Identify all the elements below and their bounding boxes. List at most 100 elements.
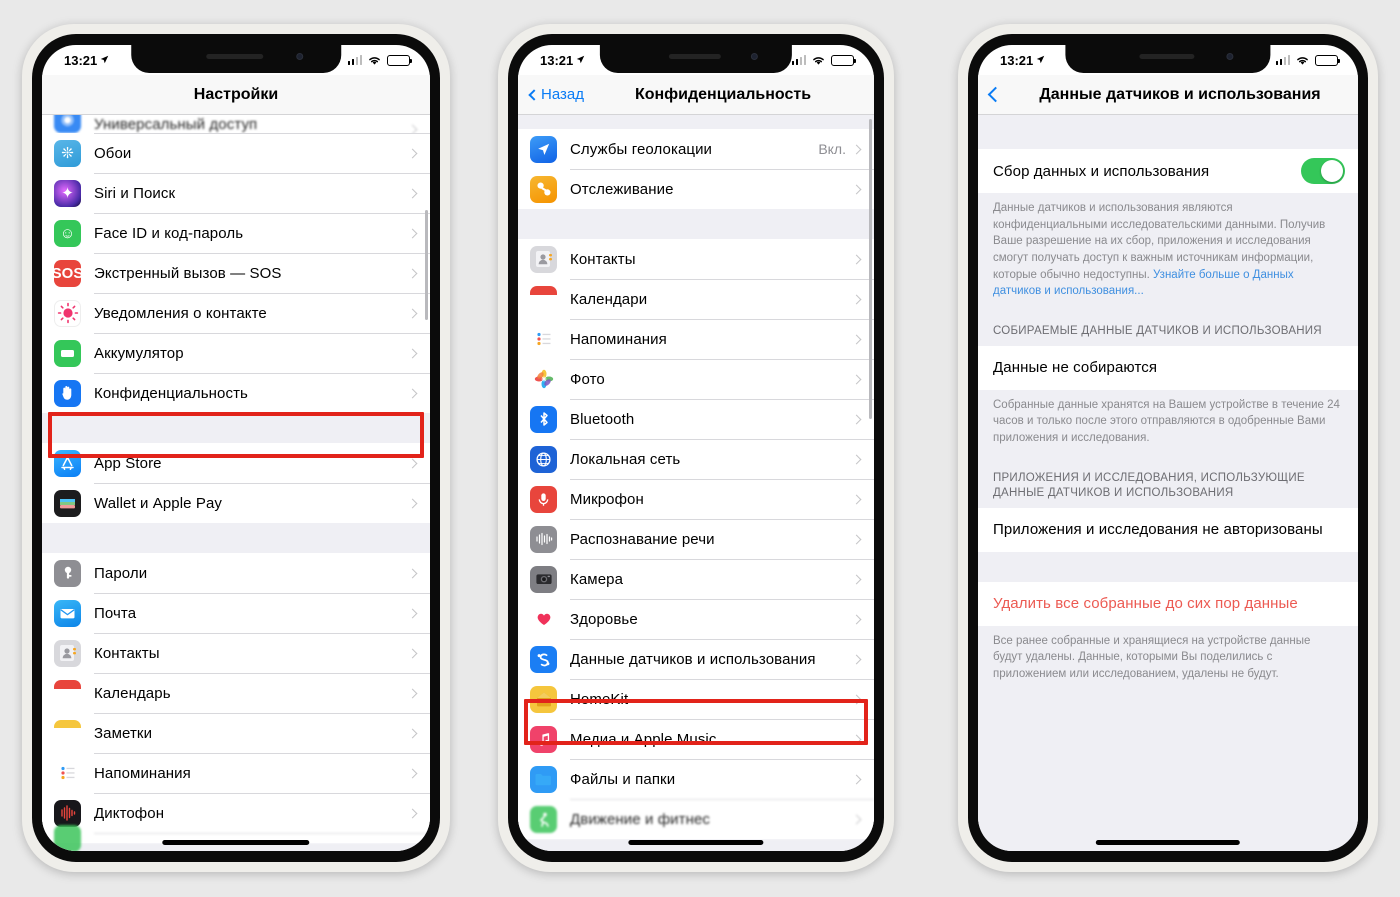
sidebar-item-photos[interactable]: Фото — [518, 359, 874, 399]
row-label: Экстренный вызов — SOS — [94, 264, 282, 282]
sidebar-item-location-services[interactable]: Службы геолокации Вкл. — [518, 129, 874, 169]
row-label: Удалить все собранные до сих пор данные — [993, 595, 1298, 613]
mail-icon — [54, 599, 81, 627]
calendar-icon — [530, 285, 557, 313]
sidebar-item-faceid[interactable]: ☺ Face ID и код-пароль — [42, 213, 430, 253]
local-network-icon — [530, 445, 557, 473]
chevron-right-icon — [407, 498, 418, 508]
row-label: Пароли — [94, 564, 148, 582]
apple-music-icon — [530, 725, 557, 753]
sidebar-item-siri[interactable]: ✦ Siri и Поиск — [42, 173, 430, 213]
sidebar-item-accessibility[interactable]: ◉ Универсальный доступ — [42, 115, 430, 135]
chevron-right-icon — [851, 334, 862, 344]
contacts-icon — [530, 245, 557, 273]
chevron-right-icon — [407, 268, 418, 278]
phone-2-screen: 13:21 Назад Конфиденциальность Службы ге… — [518, 45, 874, 851]
sidebar-item-passwords[interactable]: Пароли — [42, 553, 430, 593]
status-bar: 13:21 — [978, 45, 1358, 75]
back-button[interactable]: Назад — [528, 86, 584, 103]
sidebar-item-contacts[interactable]: Контакты — [42, 633, 430, 673]
section-header-apps-studies: ПРИЛОЖЕНИЯ И ИССЛЕДОВАНИЯ, ИСПОЛЬЗУЮЩИЕ … — [978, 456, 1358, 508]
collected-data-group: Данные не собираются — [978, 345, 1358, 390]
status-left: 13:21 — [64, 53, 109, 68]
sidebar-item-camera[interactable]: Камера — [518, 559, 874, 599]
sidebar-item-contact-notifications[interactable]: Уведомления о контакте — [42, 293, 430, 333]
sidebar-item-health[interactable]: Здоровье — [518, 599, 874, 639]
no-apps-authorized-row: Приложения и исследования не авторизован… — [978, 507, 1358, 552]
status-time: 13:21 — [540, 52, 574, 68]
wallpaper-icon: ❊ — [54, 139, 81, 167]
chevron-right-icon — [851, 694, 862, 704]
sensor-data-list[interactable]: Сбор данных и использования Данные датчи… — [978, 115, 1358, 851]
delete-all-data-button[interactable]: Удалить все собранные до сих пор данные — [978, 581, 1358, 626]
sidebar-item-contacts[interactable]: Контакты — [518, 239, 874, 279]
microphone-icon — [530, 485, 557, 513]
sidebar-item-homekit[interactable]: HomeKit — [518, 679, 874, 719]
phone-3-sensor-data: 13:21 Данные датчиков и использования Сб… — [958, 24, 1378, 872]
settings-list[interactable]: ◉ Универсальный доступ ❊ Обои ✦ Siri и П… — [42, 115, 430, 851]
row-label: Уведомления о контакте — [94, 304, 267, 322]
top-gap — [518, 115, 874, 129]
back-label: Назад — [541, 86, 584, 103]
row-label: Почта — [94, 604, 137, 622]
sidebar-item-calendar[interactable]: Календарь — [42, 673, 430, 713]
sidebar-item-files-folders[interactable]: Файлы и папки — [518, 759, 874, 799]
status-time: 13:21 — [64, 52, 98, 68]
sidebar-item-media-apple-music[interactable]: Медиа и Apple Music — [518, 719, 874, 759]
sidebar-item-voice-memos[interactable]: Диктофон — [42, 793, 430, 833]
sidebar-item-tracking[interactable]: Отслеживание — [518, 169, 874, 209]
sidebar-item-wallet[interactable]: Wallet и Apple Pay — [42, 483, 430, 523]
back-button[interactable] — [987, 86, 1004, 103]
sidebar-item-notes[interactable]: Заметки — [42, 713, 430, 753]
home-indicator — [162, 840, 310, 845]
phone-1-screen: 13:21 Настройки ◉ Универсальный доступ ❊… — [42, 45, 430, 851]
row-value: Вкл. — [818, 141, 846, 157]
row-label: Приложения и исследования не авторизован… — [993, 521, 1323, 539]
sidebar-item-microphone[interactable]: Микрофон — [518, 479, 874, 519]
sidebar-item-bluetooth[interactable]: Bluetooth — [518, 399, 874, 439]
motion-fitness-icon — [530, 805, 557, 833]
home-indicator — [1095, 840, 1241, 845]
sidebar-item-calendars[interactable]: Календари — [518, 279, 874, 319]
row-label: Face ID и код-пароль — [94, 224, 244, 242]
sidebar-item-battery[interactable]: Аккумулятор — [42, 333, 430, 373]
sidebar-item-mail[interactable]: Почта — [42, 593, 430, 633]
row-label: Календари — [570, 290, 648, 308]
sidebar-item-reminders[interactable]: Напоминания — [518, 319, 874, 359]
chevron-right-icon — [407, 308, 418, 318]
data-collection-toggle-row[interactable]: Сбор данных и использования — [978, 149, 1358, 193]
sidebar-item-motion-fitness[interactable]: Движение и фитнес — [518, 799, 874, 839]
sos-icon: SOS — [54, 259, 81, 287]
sidebar-item-reminders[interactable]: Напоминания — [42, 753, 430, 793]
row-label: Контакты — [570, 250, 636, 268]
row-label: Службы геолокации — [570, 140, 713, 158]
sidebar-item-speech-recognition[interactable]: Распознавание речи — [518, 519, 874, 559]
sidebar-item-wallpaper[interactable]: ❊ Обои — [42, 133, 430, 173]
calendar-icon — [54, 679, 81, 707]
status-left: 13:21 — [540, 53, 585, 68]
back-chevron-icon — [987, 86, 1004, 103]
sidebar-item-app-store[interactable]: App Store — [42, 443, 430, 483]
chevron-right-icon — [851, 734, 862, 744]
sidebar-item-privacy[interactable]: Конфиденциальность — [42, 373, 430, 413]
privacy-list[interactable]: Службы геолокации Вкл. Отслеживание Конт… — [518, 115, 874, 851]
sidebar-item-sensor-usage-data[interactable]: Данные датчиков и использования — [518, 639, 874, 679]
sidebar-item-local-network[interactable]: Локальная сеть — [518, 439, 874, 479]
chevron-right-icon — [851, 574, 862, 584]
settings-group-2: App Store Wallet и Apple Pay — [42, 443, 430, 523]
scroll-indicator[interactable] — [425, 210, 428, 320]
data-collection-toggle[interactable] — [1301, 158, 1345, 184]
row-label: Siri и Поиск — [94, 184, 176, 202]
voice-memos-icon — [54, 799, 81, 827]
chevron-right-icon — [407, 458, 418, 468]
photos-icon — [530, 365, 557, 393]
chevron-right-icon — [407, 188, 418, 198]
row-label: Здоровье — [570, 610, 638, 628]
chevron-right-icon — [851, 254, 862, 264]
scroll-indicator[interactable] — [869, 119, 872, 419]
sidebar-item-sos[interactable]: SOS Экстренный вызов — SOS — [42, 253, 430, 293]
chevron-right-icon — [407, 688, 418, 698]
row-label: Диктофон — [94, 804, 165, 822]
group-separator — [978, 551, 1358, 582]
row-label: Напоминания — [94, 764, 191, 782]
